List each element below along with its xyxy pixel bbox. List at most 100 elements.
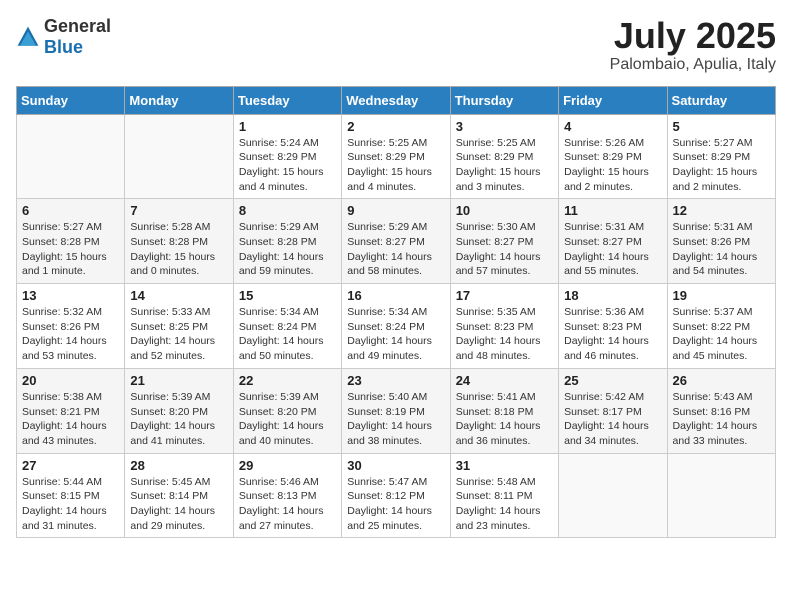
day-info: Sunrise: 5:25 AM Sunset: 8:29 PM Dayligh…	[347, 136, 444, 195]
calendar-cell: 1 Sunrise: 5:24 AM Sunset: 8:29 PM Daylig…	[233, 114, 341, 199]
calendar-cell: 20 Sunrise: 5:38 AM Sunset: 8:21 PM Dayli…	[17, 368, 125, 453]
day-number: 7	[130, 203, 227, 218]
weekday-header: Friday	[559, 86, 667, 114]
weekday-header: Wednesday	[342, 86, 450, 114]
day-info: Sunrise: 5:48 AM Sunset: 8:11 PM Dayligh…	[456, 475, 553, 534]
calendar-cell: 28Sunrise: 5:45 AM Sunset: 8:14 PM Dayli…	[125, 453, 233, 538]
day-number: 29	[239, 458, 336, 473]
weekday-header-row: SundayMondayTuesdayWednesdayThursdayFrid…	[17, 86, 776, 114]
day-info: Sunrise: 5:39 AM Sunset: 8:20 PM Dayligh…	[130, 390, 227, 449]
day-info: Sunrise: 5:35 AM Sunset: 8:23 PM Dayligh…	[456, 305, 553, 364]
day-info: Sunrise: 5:44 AM Sunset: 8:15 PM Dayligh…	[22, 475, 119, 534]
day-number: 18	[564, 288, 661, 303]
calendar-cell: 7 Sunrise: 5:28 AM Sunset: 8:28 PM Daylig…	[125, 199, 233, 284]
day-info: Sunrise: 5:32 AM Sunset: 8:26 PM Dayligh…	[22, 305, 119, 364]
calendar-cell: 19Sunrise: 5:37 AM Sunset: 8:22 PM Dayli…	[667, 284, 775, 369]
day-number: 31	[456, 458, 553, 473]
day-info: Sunrise: 5:39 AM Sunset: 8:20 PM Dayligh…	[239, 390, 336, 449]
calendar-cell: 18Sunrise: 5:36 AM Sunset: 8:23 PM Dayli…	[559, 284, 667, 369]
day-info: Sunrise: 5:41 AM Sunset: 8:18 PM Dayligh…	[456, 390, 553, 449]
day-number: 23	[347, 373, 444, 388]
calendar-week-row: 20 Sunrise: 5:38 AM Sunset: 8:21 PM Dayli…	[17, 368, 776, 453]
calendar-cell: 17 Sunrise: 5:35 AM Sunset: 8:23 PM Dayli…	[450, 284, 558, 369]
calendar-cell: 29 Sunrise: 5:46 AM Sunset: 8:13 PM Dayli…	[233, 453, 341, 538]
header: General Blue July 2025 Palombaio, Apulia…	[16, 16, 776, 74]
calendar-cell: 31 Sunrise: 5:48 AM Sunset: 8:11 PM Dayli…	[450, 453, 558, 538]
day-info: Sunrise: 5:28 AM Sunset: 8:28 PM Dayligh…	[130, 220, 227, 279]
weekday-header: Saturday	[667, 86, 775, 114]
day-info: Sunrise: 5:46 AM Sunset: 8:13 PM Dayligh…	[239, 475, 336, 534]
logo: General Blue	[16, 16, 111, 58]
day-number: 4	[564, 119, 661, 134]
day-number: 30	[347, 458, 444, 473]
day-number: 21	[130, 373, 227, 388]
calendar-cell: 14 Sunrise: 5:33 AM Sunset: 8:25 PM Dayli…	[125, 284, 233, 369]
calendar-cell: 30 Sunrise: 5:47 AM Sunset: 8:12 PM Dayli…	[342, 453, 450, 538]
logo-blue: Blue	[44, 37, 83, 57]
calendar: SundayMondayTuesdayWednesdayThursdayFrid…	[16, 86, 776, 539]
calendar-cell	[667, 453, 775, 538]
day-number: 13	[22, 288, 119, 303]
calendar-cell: 21 Sunrise: 5:39 AM Sunset: 8:20 PM Dayli…	[125, 368, 233, 453]
day-info: Sunrise: 5:40 AM Sunset: 8:19 PM Dayligh…	[347, 390, 444, 449]
day-number: 8	[239, 203, 336, 218]
calendar-cell: 13 Sunrise: 5:32 AM Sunset: 8:26 PM Dayli…	[17, 284, 125, 369]
calendar-cell	[559, 453, 667, 538]
day-number: 16	[347, 288, 444, 303]
weekday-header: Tuesday	[233, 86, 341, 114]
day-number: 1	[239, 119, 336, 134]
day-info: Sunrise: 5:45 AM Sunset: 8:14 PM Dayligh…	[130, 475, 227, 534]
title-section: July 2025 Palombaio, Apulia, Italy	[610, 16, 776, 74]
day-info: Sunrise: 5:38 AM Sunset: 8:21 PM Dayligh…	[22, 390, 119, 449]
day-number: 6	[22, 203, 119, 218]
calendar-cell: 15 Sunrise: 5:34 AM Sunset: 8:24 PM Dayli…	[233, 284, 341, 369]
calendar-cell	[17, 114, 125, 199]
calendar-cell	[125, 114, 233, 199]
day-info: Sunrise: 5:42 AM Sunset: 8:17 PM Dayligh…	[564, 390, 661, 449]
day-info: Sunrise: 5:29 AM Sunset: 8:27 PM Dayligh…	[347, 220, 444, 279]
weekday-header: Thursday	[450, 86, 558, 114]
day-info: Sunrise: 5:30 AM Sunset: 8:27 PM Dayligh…	[456, 220, 553, 279]
day-number: 22	[239, 373, 336, 388]
calendar-cell: 4 Sunrise: 5:26 AM Sunset: 8:29 PM Daylig…	[559, 114, 667, 199]
day-info: Sunrise: 5:37 AM Sunset: 8:22 PM Dayligh…	[673, 305, 770, 364]
day-number: 26	[673, 373, 770, 388]
weekday-header: Monday	[125, 86, 233, 114]
calendar-week-row: 27 Sunrise: 5:44 AM Sunset: 8:15 PM Dayli…	[17, 453, 776, 538]
day-number: 14	[130, 288, 227, 303]
day-info: Sunrise: 5:26 AM Sunset: 8:29 PM Dayligh…	[564, 136, 661, 195]
day-info: Sunrise: 5:33 AM Sunset: 8:25 PM Dayligh…	[130, 305, 227, 364]
day-number: 9	[347, 203, 444, 218]
calendar-cell: 24 Sunrise: 5:41 AM Sunset: 8:18 PM Dayli…	[450, 368, 558, 453]
day-info: Sunrise: 5:34 AM Sunset: 8:24 PM Dayligh…	[347, 305, 444, 364]
day-info: Sunrise: 5:34 AM Sunset: 8:24 PM Dayligh…	[239, 305, 336, 364]
calendar-week-row: 13 Sunrise: 5:32 AM Sunset: 8:26 PM Dayli…	[17, 284, 776, 369]
day-number: 3	[456, 119, 553, 134]
calendar-cell: 25Sunrise: 5:42 AM Sunset: 8:17 PM Dayli…	[559, 368, 667, 453]
calendar-cell: 2Sunrise: 5:25 AM Sunset: 8:29 PM Daylig…	[342, 114, 450, 199]
calendar-cell: 27 Sunrise: 5:44 AM Sunset: 8:15 PM Dayli…	[17, 453, 125, 538]
calendar-cell: 26Sunrise: 5:43 AM Sunset: 8:16 PM Dayli…	[667, 368, 775, 453]
logo-general: General	[44, 16, 111, 36]
day-info: Sunrise: 5:31 AM Sunset: 8:26 PM Dayligh…	[673, 220, 770, 279]
calendar-week-row: 1 Sunrise: 5:24 AM Sunset: 8:29 PM Daylig…	[17, 114, 776, 199]
day-number: 15	[239, 288, 336, 303]
location-title: Palombaio, Apulia, Italy	[610, 56, 776, 74]
day-number: 5	[673, 119, 770, 134]
logo-icon	[16, 25, 40, 49]
day-number: 10	[456, 203, 553, 218]
calendar-week-row: 6Sunrise: 5:27 AM Sunset: 8:28 PM Daylig…	[17, 199, 776, 284]
day-number: 12	[673, 203, 770, 218]
day-number: 27	[22, 458, 119, 473]
calendar-cell: 23 Sunrise: 5:40 AM Sunset: 8:19 PM Dayli…	[342, 368, 450, 453]
day-info: Sunrise: 5:31 AM Sunset: 8:27 PM Dayligh…	[564, 220, 661, 279]
calendar-cell: 6Sunrise: 5:27 AM Sunset: 8:28 PM Daylig…	[17, 199, 125, 284]
day-number: 11	[564, 203, 661, 218]
day-info: Sunrise: 5:24 AM Sunset: 8:29 PM Dayligh…	[239, 136, 336, 195]
day-number: 24	[456, 373, 553, 388]
day-number: 17	[456, 288, 553, 303]
day-info: Sunrise: 5:25 AM Sunset: 8:29 PM Dayligh…	[456, 136, 553, 195]
calendar-cell: 12 Sunrise: 5:31 AM Sunset: 8:26 PM Dayli…	[667, 199, 775, 284]
day-info: Sunrise: 5:47 AM Sunset: 8:12 PM Dayligh…	[347, 475, 444, 534]
day-number: 20	[22, 373, 119, 388]
